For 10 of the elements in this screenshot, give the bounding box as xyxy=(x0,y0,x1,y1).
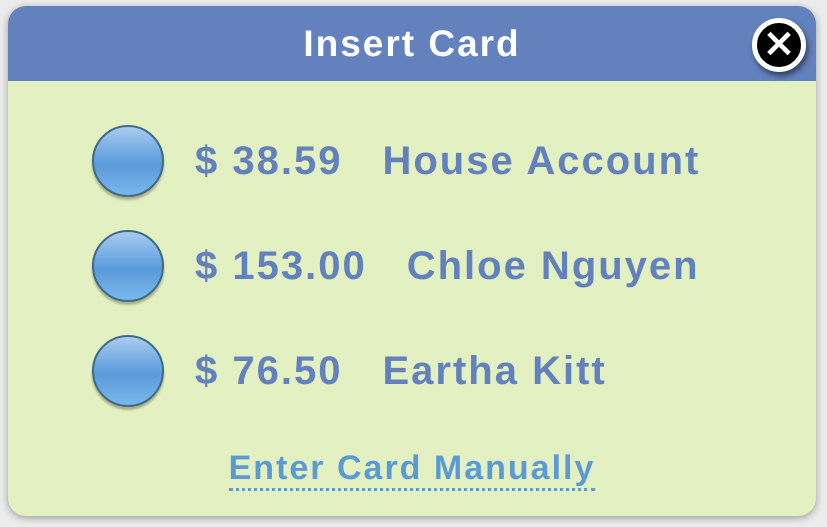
card-name: House Account xyxy=(382,138,700,184)
radio-button[interactable] xyxy=(92,230,164,302)
card-name: Eartha Kitt xyxy=(382,348,607,394)
radio-button[interactable] xyxy=(92,335,164,407)
dialog-title: Insert Card xyxy=(303,22,521,64)
card-name: Chloe Nguyen xyxy=(406,244,700,288)
card-amount: $ 38.59 xyxy=(195,138,342,184)
card-amount: $ 153.00 xyxy=(195,244,367,288)
radio-button[interactable] xyxy=(92,125,164,197)
card-amount: $ 76.50 xyxy=(195,348,342,394)
